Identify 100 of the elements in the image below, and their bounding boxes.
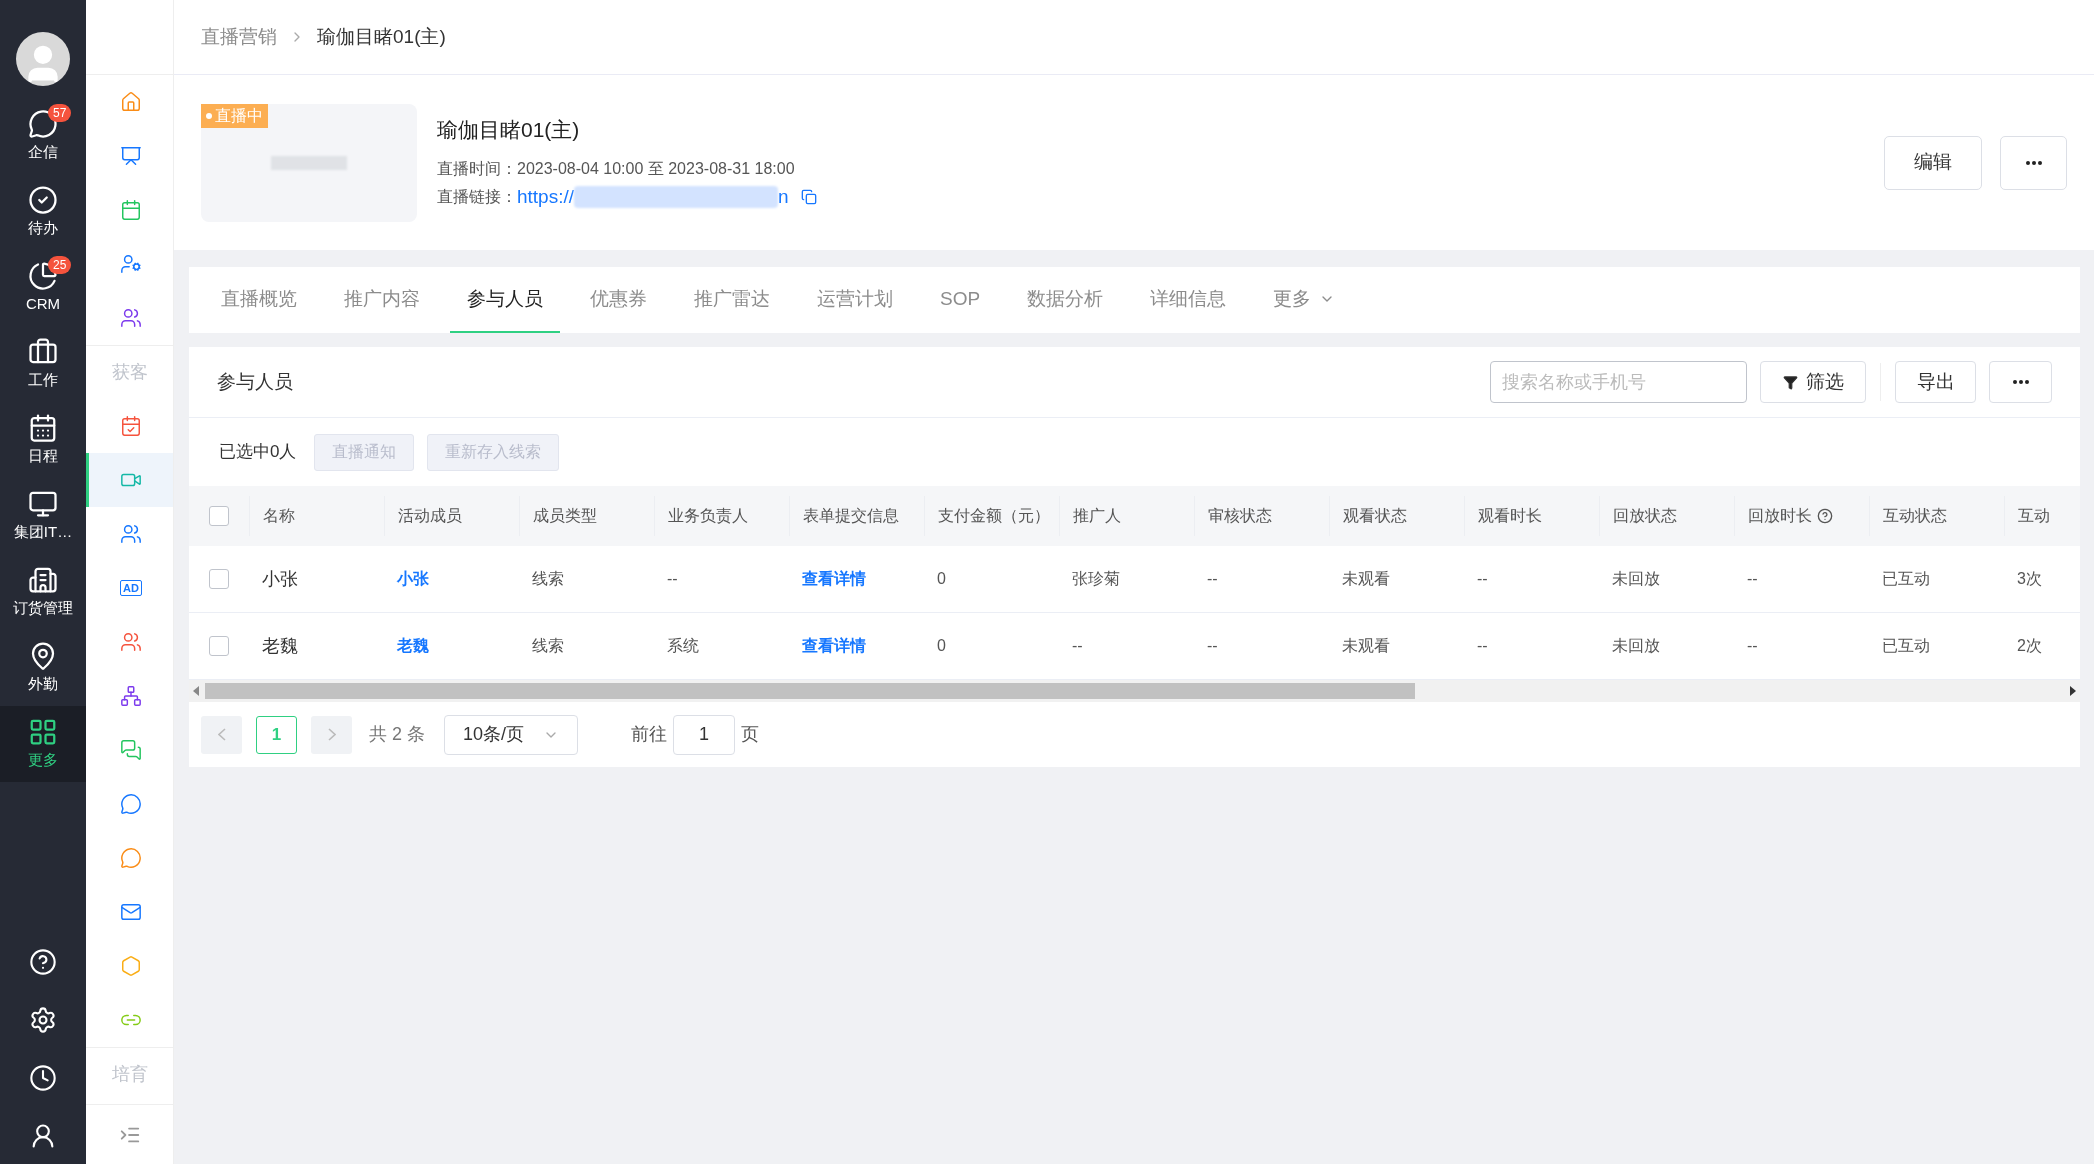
live-status-badge: 直播中 — [201, 103, 268, 128]
prev-page-button[interactable] — [201, 715, 242, 754]
subnav-item[interactable]: AD — [86, 561, 173, 615]
table-cell: 已互动 — [1882, 570, 1930, 587]
nav-label: 企信 — [28, 141, 58, 162]
user-avatar[interactable] — [16, 32, 70, 86]
table-cell: 小张 — [262, 568, 298, 589]
breadcrumb-link[interactable]: 直播营销 — [201, 22, 277, 52]
column-header: 表单提交信息 — [803, 506, 899, 526]
row-checkbox[interactable] — [209, 569, 229, 589]
tab[interactable]: 运营计划 — [800, 267, 910, 333]
nav-item[interactable]: 待办 — [0, 174, 86, 250]
table-cell: 2次 — [2017, 637, 2042, 654]
table-cell: -- — [1747, 637, 1758, 654]
column-header: 支付金额（元） — [938, 506, 1050, 526]
tab[interactable]: 直播概览 — [204, 267, 314, 333]
unread-badge: 25 — [48, 256, 72, 274]
nav-label: 更多 — [28, 749, 58, 770]
live-title: 瑜伽目睹01(主) — [437, 116, 581, 143]
tab[interactable]: 详细信息 — [1133, 267, 1244, 333]
column-header: 互动状态 — [1883, 506, 1947, 526]
users-icon — [120, 631, 142, 653]
more-button[interactable] — [1989, 361, 2052, 403]
nav-item[interactable]: 外勤 — [0, 630, 86, 706]
export-button[interactable]: 导出 — [1895, 361, 1976, 403]
column-header: 名称 — [263, 506, 295, 526]
copy-icon[interactable] — [800, 189, 817, 206]
table-link[interactable]: 小张 — [397, 570, 429, 587]
table-cell: -- — [1477, 570, 1488, 587]
more-button[interactable] — [2000, 135, 2067, 190]
select-all-checkbox[interactable] — [209, 506, 229, 526]
nav-item[interactable]: 企信 57 — [0, 98, 86, 174]
ad-icon: AD — [120, 580, 142, 596]
table-cell: -- — [1477, 637, 1488, 654]
nav-label: 工作 — [28, 369, 58, 390]
tab[interactable]: 参与人员 — [450, 267, 560, 333]
nav-item[interactable]: 工作 — [0, 326, 86, 402]
goto-suffix: 页 — [741, 723, 759, 746]
column-header: 观看时长 — [1478, 506, 1542, 526]
table-cell: 0 — [937, 637, 946, 654]
table-link[interactable]: 查看详情 — [802, 570, 866, 587]
live-link-start[interactable]: https:// — [517, 183, 575, 212]
table-cell: -- — [1207, 637, 1218, 654]
settings-icon[interactable] — [29, 1006, 57, 1034]
table-cell: -- — [1207, 570, 1218, 587]
calendar-icon — [28, 412, 58, 443]
row-checkbox[interactable] — [209, 636, 229, 656]
page-number-field[interactable]: 1 — [673, 714, 735, 755]
table-cell: 未回放 — [1612, 637, 1660, 654]
table-cell: -- — [1747, 570, 1758, 587]
nav-label: 日程 — [28, 445, 58, 466]
user-gear-icon — [120, 253, 142, 275]
column-header: 审核状态 — [1208, 506, 1272, 526]
tab[interactable]: 数据分析 — [1010, 267, 1121, 333]
table-cell: 老魏 — [262, 635, 298, 656]
more-icon — [2012, 380, 2029, 384]
help-icon[interactable] — [1817, 508, 1833, 524]
tab[interactable]: 更多 — [1256, 267, 1353, 333]
unread-badge: 57 — [48, 104, 72, 122]
nav-item[interactable]: 更多 — [0, 706, 86, 782]
nav-item[interactable]: 日程 — [0, 402, 86, 478]
users-icon — [120, 307, 142, 329]
search-field[interactable]: 搜索名称或手机号 — [1490, 361, 1747, 403]
table-cell: 未观看 — [1342, 637, 1390, 654]
tab[interactable]: 优惠券 — [573, 267, 664, 333]
table-cell: -- — [667, 570, 678, 587]
chats-icon — [120, 739, 142, 761]
column-header: 活动成员 — [398, 506, 462, 526]
home-icon — [120, 91, 142, 113]
table-cell: 3次 — [2017, 570, 2042, 587]
nav-item[interactable]: 集团IT… — [0, 478, 86, 554]
table-cell: 线索 — [532, 637, 564, 654]
nav-item[interactable]: CRM 25 — [0, 250, 86, 326]
nav-label: 订货管理 — [13, 597, 73, 618]
column-header: 观看状态 — [1343, 506, 1407, 526]
table-link[interactable]: 查看详情 — [802, 637, 866, 654]
page-size-select[interactable]: 10条/页 — [444, 714, 578, 755]
filter-button[interactable]: 筛选 — [1760, 361, 1866, 403]
edit-button[interactable]: 编辑 — [1884, 135, 1982, 190]
chat-icon — [120, 847, 142, 869]
table-cell: 张珍菊 — [1072, 570, 1120, 587]
subnav-item[interactable] — [86, 453, 173, 507]
column-header: 推广人 — [1073, 506, 1121, 526]
presentation-icon — [120, 145, 142, 167]
check-circle-icon — [28, 184, 58, 215]
more-icon — [2025, 160, 2042, 165]
tab[interactable]: 推广内容 — [327, 267, 437, 333]
selected-count: 已选中0人 — [219, 441, 297, 464]
next-page-button[interactable] — [311, 715, 352, 754]
clock-icon[interactable] — [29, 1064, 57, 1092]
calendar-check-icon — [120, 415, 142, 437]
table-cell: 已互动 — [1882, 637, 1930, 654]
tab[interactable]: SOP — [923, 267, 998, 333]
column-header: 互动 — [2018, 506, 2050, 526]
tab[interactable]: 推广雷达 — [677, 267, 787, 333]
nav-item[interactable]: 订货管理 — [0, 554, 86, 630]
live-link-end[interactable]: n — [778, 183, 789, 212]
nav-label: 外勤 — [28, 673, 58, 694]
chevron-left-icon — [217, 728, 226, 741]
table-link[interactable]: 老魏 — [397, 637, 429, 654]
